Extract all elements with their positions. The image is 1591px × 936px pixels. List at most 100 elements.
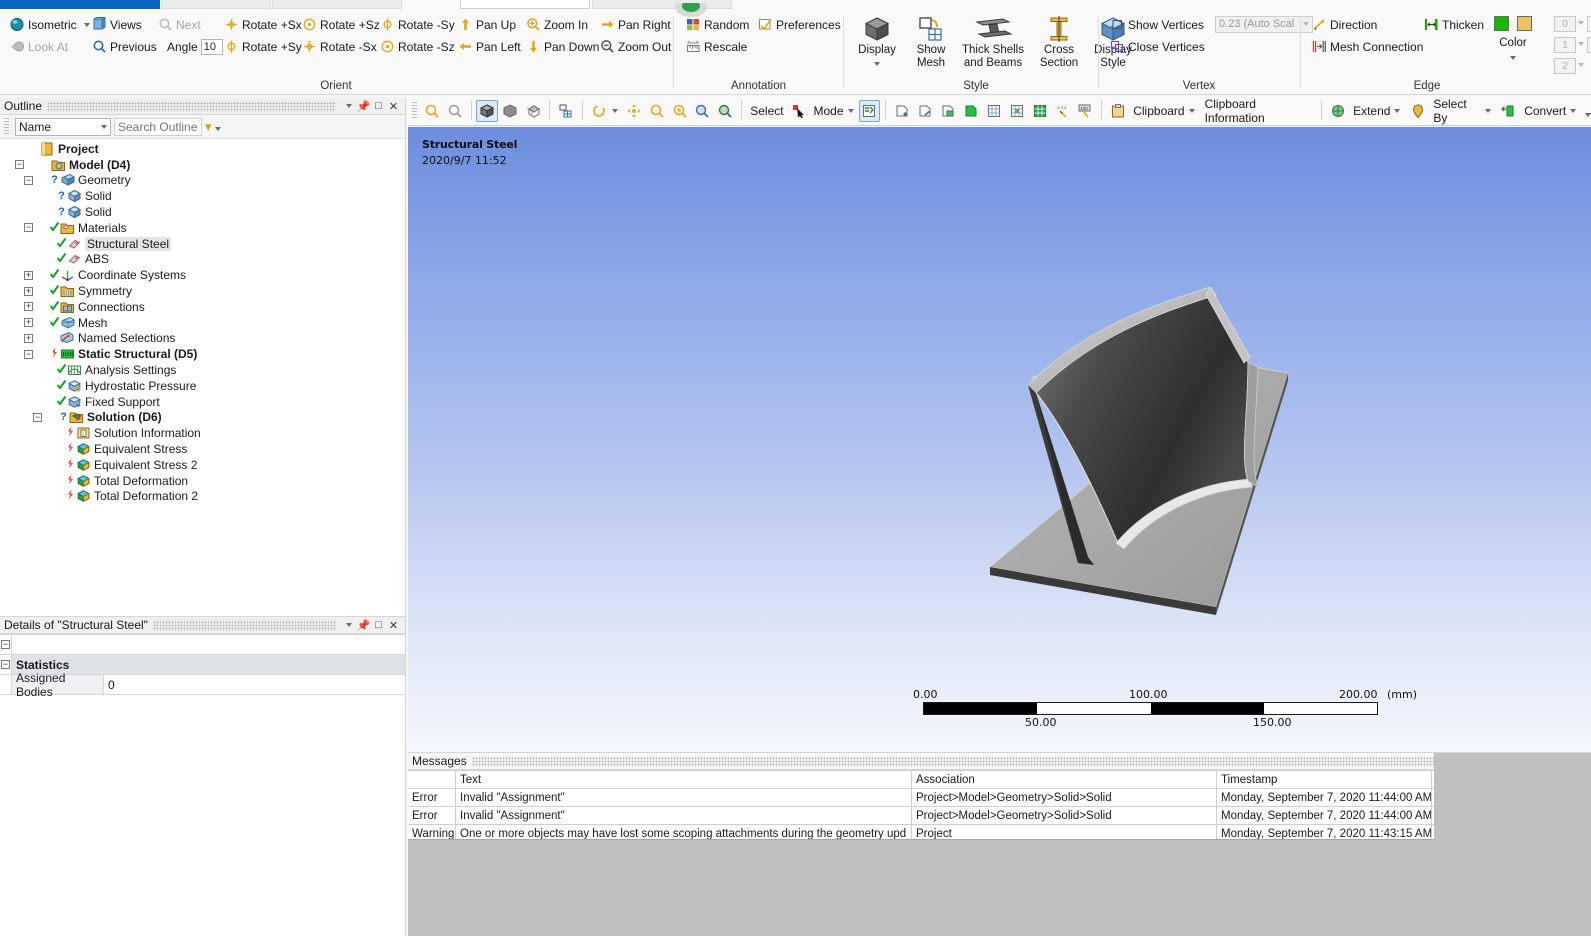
rotate-plus-sx-button[interactable]: Rotate +Sx — [222, 14, 304, 35]
search-input[interactable] — [114, 117, 202, 136]
tree-item-named-selections[interactable]: + Named Selections — [6, 331, 405, 347]
tree-toggle[interactable]: − — [15, 160, 24, 170]
coordinate-probe-button[interactable]: X,Y,Z — [1052, 100, 1074, 122]
clipboard-dropdown-caret[interactable] — [1188, 108, 1195, 113]
element-select-button[interactable] — [1006, 100, 1028, 122]
tab-3[interactable] — [272, 0, 402, 9]
search-options-caret[interactable] — [214, 127, 221, 131]
messages-col-header[interactable]: Association — [912, 771, 1217, 788]
tree-item-analysis-settings[interactable]: Analysis Settings — [6, 362, 405, 378]
look-at-button[interactable]: Look At — [8, 36, 70, 57]
select-by-dropdown-caret[interactable] — [1485, 108, 1492, 113]
tab-5[interactable] — [592, 0, 732, 9]
zoom-selection-button[interactable] — [714, 100, 736, 122]
node-select-button[interactable] — [983, 100, 1005, 122]
tree-item-total-deformation[interactable]: Total Deformation — [6, 473, 405, 489]
edge-spinner-3[interactable]: 3 — [1587, 16, 1591, 32]
messages-table[interactable]: Text Association Timestamp Error Invalid "As… — [408, 770, 1591, 843]
outline-menu-caret[interactable] — [341, 99, 356, 114]
tree-item-symmetry[interactable]: + Symmetry — [6, 283, 405, 299]
tree-item-hydrostatic-pressure[interactable]: Hydrostatic Pressure — [6, 378, 405, 394]
tab-active[interactable] — [0, 0, 160, 9]
outline-pin-icon[interactable]: 📌 — [356, 99, 371, 114]
edge-spinner-x[interactable]: x — [1587, 37, 1591, 53]
pan-left-button[interactable]: Pan Left — [456, 36, 523, 57]
magnify-button[interactable] — [444, 100, 466, 122]
outline-close-icon[interactable]: ✕ — [386, 99, 401, 114]
outline-maximize-icon[interactable]: □ — [371, 99, 386, 114]
edge-select-button[interactable] — [914, 100, 936, 122]
rotate-plus-sy-button[interactable]: Rotate +Sy — [222, 36, 304, 57]
clipboard-label[interactable]: Clipboard — [1130, 104, 1187, 118]
rotate-minus-sz-button[interactable]: Rotate -Sz — [378, 36, 457, 57]
tree-item-abs[interactable]: ABS — [6, 252, 405, 268]
previous-button[interactable]: Previous — [90, 36, 159, 57]
show-mesh-toggle-button[interactable] — [555, 100, 577, 122]
edge-spinner-1-caret[interactable] — [1578, 42, 1584, 46]
zoom-to-fit-2-button[interactable] — [692, 100, 714, 122]
tree-item-solution-d6[interactable]: −? Solution (D6) — [6, 410, 405, 426]
tree-item-model-d4[interactable]: − Model (D4) — [6, 157, 405, 173]
vertex-select-button[interactable] — [891, 100, 913, 122]
pan-button[interactable] — [623, 100, 645, 122]
rotate-minus-sx-button[interactable]: Rotate -Sx — [300, 36, 379, 57]
tree-toggle[interactable]: − — [24, 349, 33, 359]
pan-up-button[interactable]: Pan Up — [456, 14, 518, 35]
tab-2[interactable] — [161, 0, 271, 9]
wireframe-button[interactable] — [522, 100, 544, 122]
mode-dropdown-caret[interactable] — [847, 108, 854, 113]
tree-toggle[interactable]: + — [24, 333, 33, 343]
thicken-button[interactable]: Thicken — [1422, 14, 1486, 35]
tree-item-connections[interactable]: + Connections — [6, 299, 405, 315]
mode-label[interactable]: Mode — [810, 104, 846, 118]
tree-item-solid[interactable]: ? Solid — [6, 204, 405, 220]
tree-item-equivalent-stress[interactable]: Equivalent Stress — [6, 441, 405, 457]
tree-toggle[interactable]: − — [24, 175, 33, 185]
select-by-icon[interactable] — [1407, 100, 1429, 122]
tree-item-total-deformation-2[interactable]: Total Deformation 2 — [6, 489, 405, 505]
select-mode-single-button[interactable] — [858, 99, 881, 122]
angle-input[interactable]: 10 — [200, 38, 223, 55]
box-zoom-button[interactable] — [669, 100, 691, 122]
outline-tree[interactable]: Project − Model (D4) −? Geometry? Solid? Solid… — [0, 139, 405, 504]
tree-item-coordinate-systems[interactable]: + Coordinate Systems — [6, 267, 405, 283]
select-cursor-icon[interactable] — [788, 100, 810, 122]
messages-col-header[interactable] — [408, 771, 456, 788]
tree-item-solution-information[interactable]: i Solution Information — [6, 425, 405, 441]
convert-icon[interactable] — [1498, 100, 1520, 122]
messages-col-header[interactable]: Timestamp — [1217, 771, 1432, 788]
zoom-to-fit-button[interactable] — [421, 100, 443, 122]
edge-spinner-0[interactable]: 0 — [1554, 16, 1576, 32]
rotate-free-button[interactable] — [588, 100, 610, 122]
tree-item-equivalent-stress-2[interactable]: Equivalent Stress 2 — [6, 457, 405, 473]
tree-item-materials[interactable]: − Materials — [6, 220, 405, 236]
thick-shells-beams-button[interactable]: Thick Shells and Beams — [956, 14, 1030, 69]
probe-annotation-button[interactable]: 100 — [1074, 100, 1096, 122]
rotate-plus-sz-button[interactable]: Rotate +Sz — [300, 14, 382, 35]
details-blank-expander[interactable]: − — [0, 635, 12, 654]
select-by-label[interactable]: Select By — [1430, 97, 1484, 125]
tree-item-structural-steel[interactable]: Structural Steel — [6, 236, 405, 252]
details-property-value[interactable]: 0 — [104, 675, 405, 694]
tree-toggle[interactable]: + — [24, 270, 33, 280]
edge-spinner-2[interactable]: 2 — [1554, 58, 1576, 74]
preferences-button[interactable]: Preferences — [756, 14, 843, 35]
isometric-dropdown-caret[interactable] — [83, 22, 90, 27]
details-menu-caret[interactable] — [341, 618, 356, 633]
zoom-button[interactable] — [646, 100, 668, 122]
views-button[interactable]: Views — [90, 14, 144, 35]
body-select-button[interactable] — [960, 100, 982, 122]
extend-icon[interactable] — [1327, 100, 1349, 122]
tree-item-static-structural-d5[interactable]: − Static Structural (D5) — [6, 346, 405, 362]
model-geometry[interactable] — [948, 267, 1308, 627]
outline-filter-caret[interactable] — [101, 124, 107, 129]
tree-item-fixed-support[interactable]: Fixed Support — [6, 394, 405, 410]
details-pin-icon[interactable]: 📌 — [356, 618, 371, 633]
color-swatch-gold[interactable] — [1517, 16, 1533, 31]
outline-search-grip[interactable] — [4, 117, 9, 136]
messages-row[interactable]: Error Invalid "Assignment" Project>Model>G… — [408, 789, 1591, 807]
search-expand-icon[interactable]: ▾ — [205, 119, 212, 135]
direction-button[interactable]: Direction — [1310, 14, 1379, 35]
close-vertices-button[interactable]: Close Vertices — [1108, 36, 1207, 57]
tree-toggle[interactable]: − — [33, 412, 42, 422]
